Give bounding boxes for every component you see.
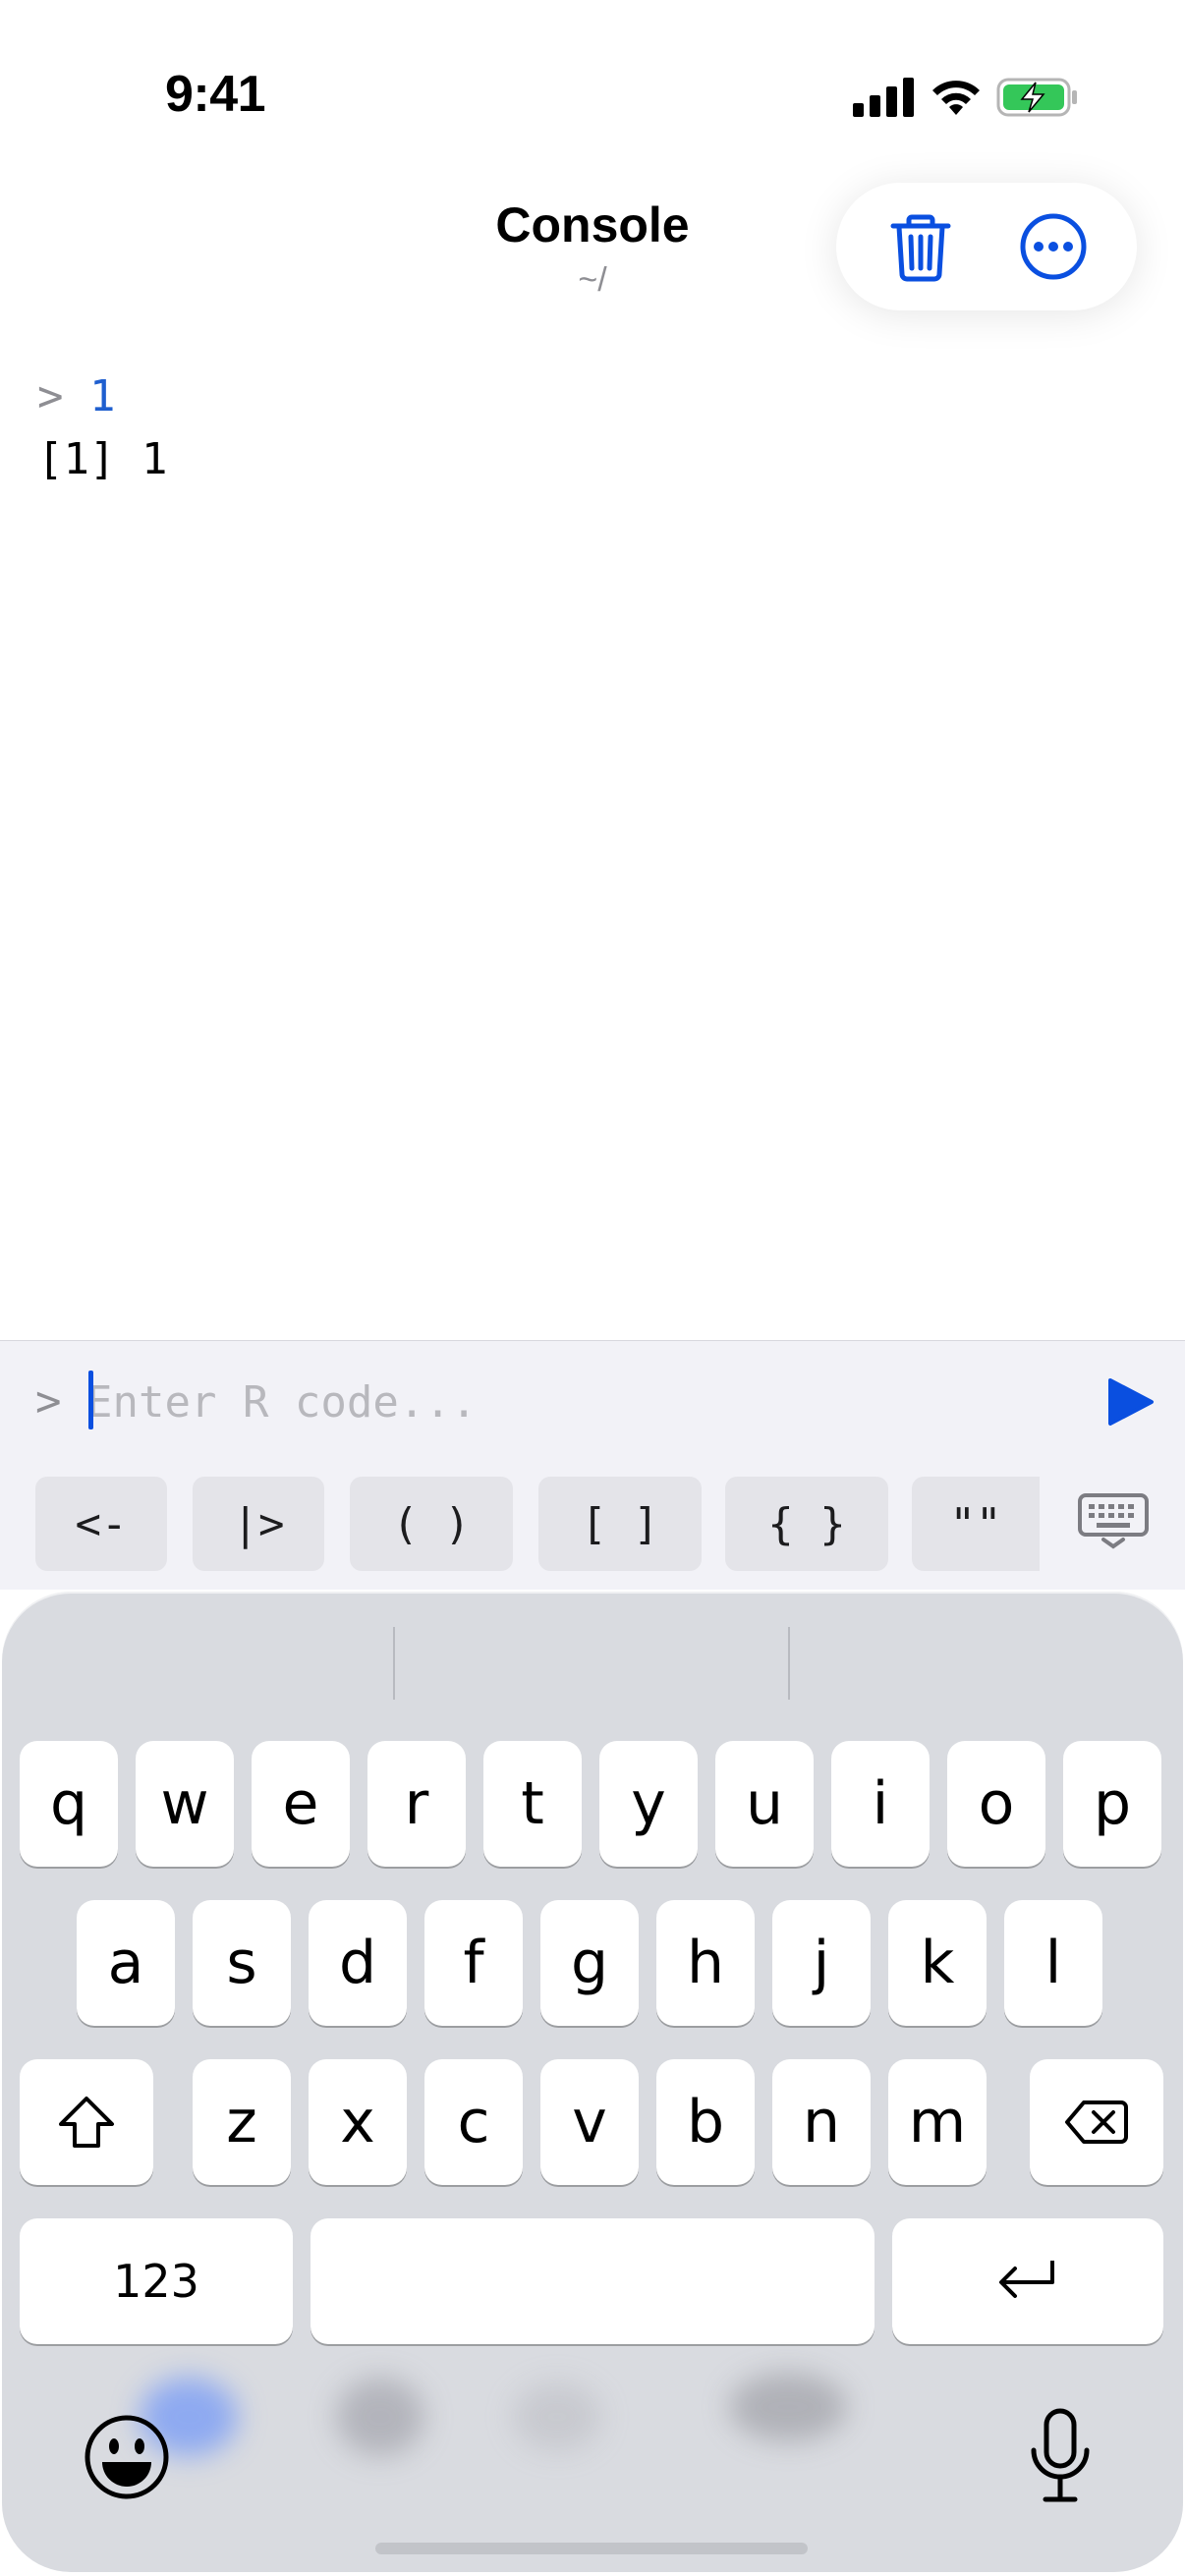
shortcut-quotes-button[interactable]: "" [912,1477,1040,1571]
numbers-key[interactable]: 123 [20,2218,293,2344]
input-prompt: > [35,1376,62,1427]
play-icon [1108,1378,1154,1426]
hide-keyboard-button[interactable] [1077,1492,1150,1549]
input-area: > <- |> ( ) [ ] { } "" [0,1340,1185,1590]
shortcut-braces-button[interactable]: { } [725,1477,888,1571]
delete-key[interactable] [1030,2059,1163,2185]
key-p[interactable]: p [1063,1741,1161,1867]
microphone-icon [1031,2408,1090,2502]
key-f[interactable]: f [424,1900,523,2026]
shift-key[interactable] [20,2059,153,2185]
key-k[interactable]: k [888,1900,987,2026]
key-m[interactable]: m [888,2059,987,2185]
return-icon [999,2261,1054,2298]
key-t[interactable]: t [483,1741,582,1867]
more-options-button[interactable] [999,193,1107,301]
key-s[interactable]: s [193,1900,291,2026]
wifi-icon [932,81,980,115]
keyboard-dismiss-icon [1078,1493,1149,1549]
ellipsis-circle-icon [1020,213,1086,280]
key-d[interactable]: d [309,1900,407,2026]
shortcut-parens-button[interactable]: ( ) [350,1477,513,1571]
suggestion-divider [788,1627,790,1700]
status-icons [853,77,1079,118]
clear-console-button[interactable] [867,193,975,301]
status-time: 9:41 [165,66,266,123]
home-indicator [375,2543,808,2554]
key-e[interactable]: e [252,1741,350,1867]
key-u[interactable]: u [715,1741,814,1867]
suggestion-divider [393,1627,395,1700]
dictation-button[interactable] [1026,2407,1095,2505]
blurred-background [100,2358,1083,2476]
key-v[interactable]: v [540,2059,639,2185]
key-w[interactable]: w [136,1741,234,1867]
key-r[interactable]: r [367,1741,466,1867]
key-h[interactable]: h [656,1900,755,2026]
run-button[interactable] [1104,1376,1156,1428]
key-j[interactable]: j [772,1900,871,2026]
console-input-line: > 1 [37,365,167,428]
toolbar-pill [836,183,1137,310]
console-result-line: [1] 1 [37,434,168,484]
shortcut-assign-button[interactable]: <- [35,1477,167,1571]
trash-icon [890,214,950,282]
shift-icon [59,2097,114,2148]
key-n[interactable]: n [772,2059,871,2185]
text-caret [88,1371,93,1429]
cellular-signal-icon [853,78,914,117]
backspace-icon [1065,2100,1128,2144]
software-keyboard: q w e r t y u i o p a s d f g h j k l z … [2,1592,1183,2572]
key-l[interactable]: l [1004,1900,1102,2026]
key-i[interactable]: i [831,1741,930,1867]
shortcut-pipe-button[interactable]: |> [193,1477,324,1571]
emoji-icon [85,2415,169,2499]
r-code-input[interactable] [86,1371,971,1433]
key-a[interactable]: a [77,1900,175,2026]
key-x[interactable]: x [309,2059,407,2185]
key-c[interactable]: c [424,2059,523,2185]
space-key[interactable] [310,2218,875,2344]
key-g[interactable]: g [540,1900,639,2026]
return-key[interactable] [892,2218,1163,2344]
key-o[interactable]: o [947,1741,1045,1867]
key-z[interactable]: z [193,2059,291,2185]
console-output: > 1 [1] 1 [37,365,167,491]
console-prompt: > [37,371,64,421]
battery-charging-icon [996,78,1077,117]
key-b[interactable]: b [656,2059,755,2185]
console-code: 1 [89,371,116,421]
shortcut-brackets-button[interactable]: [ ] [538,1477,702,1571]
key-y[interactable]: y [599,1741,698,1867]
key-q[interactable]: q [20,1741,118,1867]
emoji-button[interactable] [83,2413,171,2501]
